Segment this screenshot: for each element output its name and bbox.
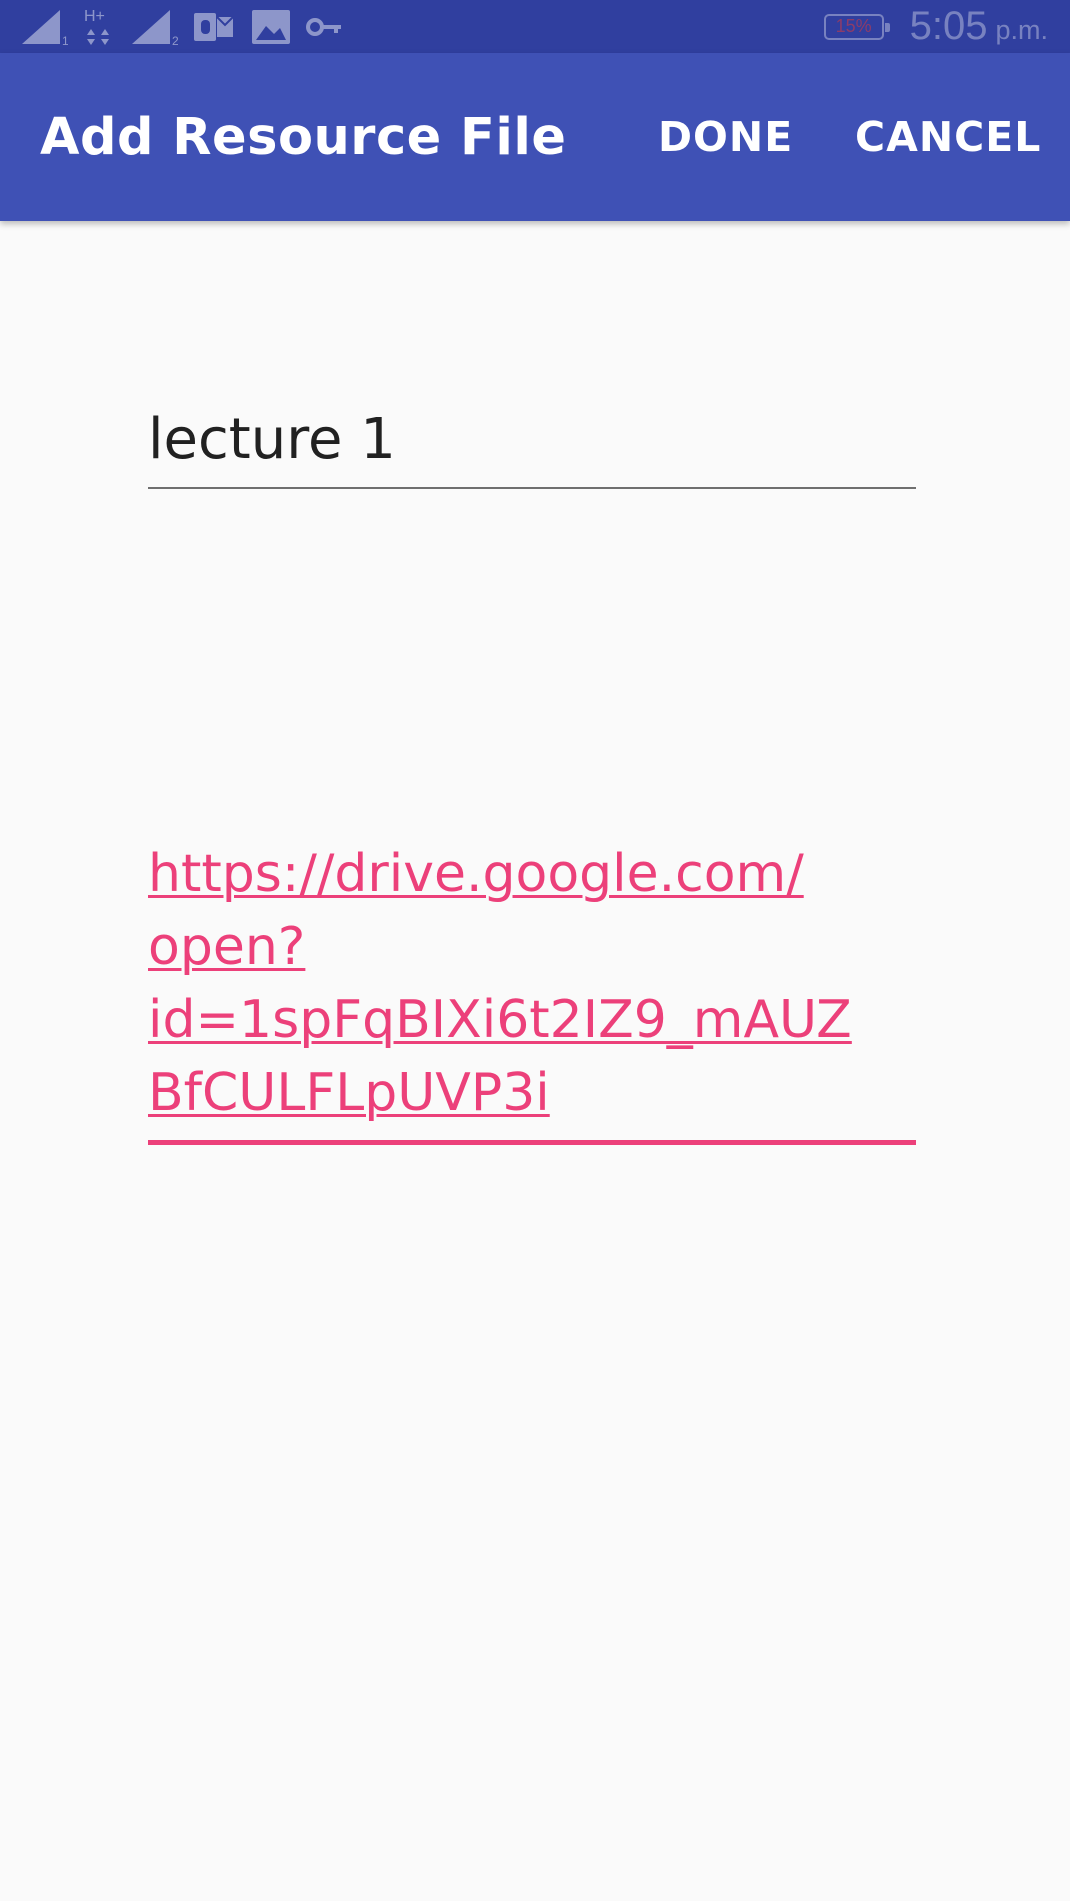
outlook-icon	[192, 9, 236, 45]
resource-url-link[interactable]: https://drive.google.com/ open? id=1spFq…	[148, 838, 916, 1130]
signal-icon: 1	[20, 8, 68, 46]
resource-name-value: lecture 1	[148, 407, 396, 472]
svg-text:1: 1	[62, 34, 68, 46]
cancel-button[interactable]: CANCEL	[855, 53, 1041, 221]
svg-text:2: 2	[172, 34, 178, 46]
url-line: id=1spFqBIXi6t2IZ9_mAUZ	[148, 990, 852, 1050]
done-button[interactable]: DONE	[658, 53, 793, 221]
url-line: https://drive.google.com/	[148, 844, 804, 904]
status-bar: 1 H+ 2 15% 5:05 p.m.	[0, 0, 1070, 53]
status-icons-left: 1 H+ 2	[20, 0, 344, 53]
clock-ampm: p.m.	[995, 15, 1048, 45]
gallery-icon	[250, 8, 292, 46]
url-line: BfCULFLpUVP3i	[148, 1063, 550, 1123]
resource-name-field[interactable]: lecture 1	[148, 395, 916, 489]
network-data-icon: H+	[82, 7, 116, 47]
signal-icon: 2	[130, 8, 178, 46]
app-bar: Add Resource File DONE CANCEL	[0, 53, 1070, 221]
vpn-key-icon	[306, 12, 344, 42]
battery-icon: 15%	[823, 13, 890, 40]
url-line: open?	[148, 917, 306, 977]
resource-url-field[interactable]: https://drive.google.com/ open? id=1spFq…	[148, 838, 916, 1145]
status-icons-right: 15% 5:05 p.m.	[823, 0, 1048, 53]
battery-level: 15%	[835, 16, 872, 36]
clock-time: 5:05	[909, 4, 988, 48]
clock: 5:05 p.m.	[910, 4, 1048, 49]
svg-text:H+: H+	[84, 8, 105, 25]
page-title: Add Resource File	[40, 107, 567, 167]
